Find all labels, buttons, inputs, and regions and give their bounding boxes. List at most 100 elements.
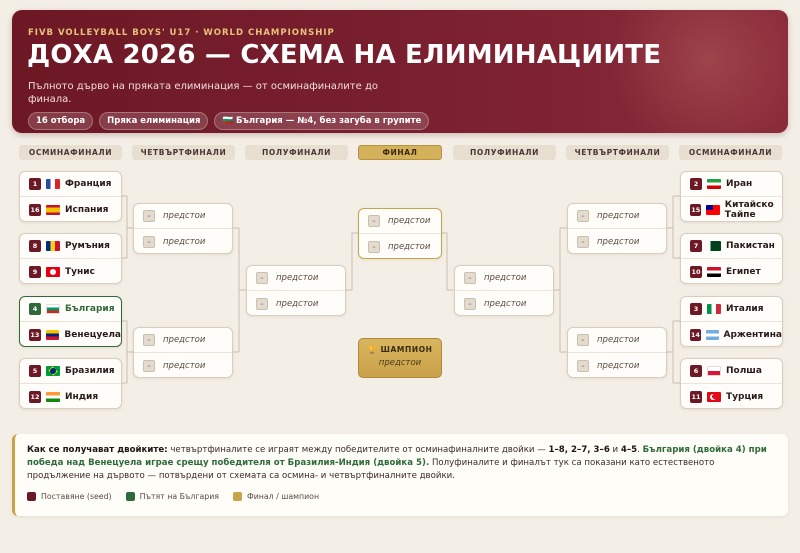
team-name: Тунис xyxy=(65,266,95,277)
team-row[interactable]: 9 Тунис xyxy=(20,259,121,284)
team-row[interactable]: – предстои xyxy=(359,234,441,259)
seed-badge: – xyxy=(143,359,155,372)
team-row[interactable]: 12 Индия xyxy=(20,384,121,409)
seed-badge: 4 xyxy=(29,303,41,315)
team-row[interactable]: 2 Иран xyxy=(681,172,782,197)
seed-badge: 5 xyxy=(29,365,41,377)
tbd-label: предстои xyxy=(276,298,319,309)
team-row[interactable]: – предстои xyxy=(568,229,666,254)
seed-badge: – xyxy=(577,235,589,248)
team-name: Иран xyxy=(726,179,753,189)
tbd-label: предстои xyxy=(597,211,640,221)
team-name: Турция xyxy=(726,391,764,402)
seed-badge: 14 xyxy=(690,328,701,341)
team-row[interactable]: 15 Китайско Тайпе xyxy=(681,197,782,222)
team-row[interactable]: 1 Франция xyxy=(20,172,121,197)
poland-flag-icon xyxy=(707,366,721,376)
match-card-sf-left[interactable]: – предстои – предстои xyxy=(246,265,346,316)
team-name: Полша xyxy=(726,366,762,376)
match-card-r16-right-4[interactable]: 6 Полша 11 Турция xyxy=(680,358,783,409)
team-row[interactable]: 16 Испания xyxy=(20,197,121,222)
tunisia-flag-icon xyxy=(46,266,60,277)
seed-badge: 13 xyxy=(29,328,41,341)
match-card-r16-right-3[interactable]: 3 Италия 14 Аржентина xyxy=(680,296,783,347)
team-name: Венецуела xyxy=(64,329,121,340)
legend-label: Пътят на България xyxy=(139,492,219,501)
team-row[interactable]: 4 България xyxy=(20,297,121,322)
team-row[interactable]: – предстои xyxy=(455,291,553,316)
seed-badge: – xyxy=(143,235,155,248)
trophy-icon: 🏆 xyxy=(367,345,378,354)
team-row[interactable]: 3 Италия xyxy=(681,297,782,322)
champion-box: 🏆 ШАМПИОН предстои xyxy=(358,338,442,378)
brazil-flag-icon xyxy=(46,366,60,376)
seed-badge: – xyxy=(577,210,589,222)
team-row[interactable]: 11 Турция xyxy=(681,384,782,409)
match-card-qf-left-1[interactable]: – предстои – предстои xyxy=(133,203,233,254)
team-row[interactable]: 7 Пакистан xyxy=(681,234,782,259)
seed-badge: 7 xyxy=(690,240,702,252)
team-name: Испания xyxy=(65,204,109,215)
match-card-r16-right-2[interactable]: 7 Пакистан 10 Египет xyxy=(680,233,783,284)
team-row[interactable]: – предстои xyxy=(134,229,232,254)
match-card-final[interactable]: – предстои – предстои xyxy=(358,208,442,259)
team-name: Бразилия xyxy=(65,366,115,376)
team-row[interactable]: 14 Аржентина xyxy=(681,322,782,347)
seed-badge: 11 xyxy=(690,390,702,403)
tbd-label: предстои xyxy=(597,335,640,345)
match-card-qf-right-1[interactable]: – предстои – предстои xyxy=(567,203,667,254)
team-row[interactable]: – предстои xyxy=(247,266,345,291)
romania-flag-icon xyxy=(46,241,60,251)
tbd-label: предстои xyxy=(388,241,431,252)
team-row[interactable]: – предстои xyxy=(134,204,232,229)
team-row[interactable]: 5 Бразилия xyxy=(20,359,121,384)
champion-value: предстои xyxy=(378,358,422,368)
iran-flag-icon xyxy=(707,179,721,189)
legend-item-seed: Поставяне (seed) xyxy=(27,492,112,501)
match-card-r16-left-4[interactable]: 5 Бразилия 12 Индия xyxy=(19,358,122,409)
team-name: Аржентина xyxy=(723,329,783,340)
note-pairs: 1–8, 2–7, 3–6 xyxy=(548,445,610,455)
team-row[interactable]: – предстои xyxy=(455,266,553,291)
match-card-r16-left-2[interactable]: 8 Румъния 9 Тунис xyxy=(19,233,122,284)
seed-badge: – xyxy=(368,240,380,253)
team-row[interactable]: – предстои xyxy=(568,353,666,378)
tbd-label: предстои xyxy=(597,360,640,371)
team-row[interactable]: – предстои xyxy=(247,291,345,316)
seed-badge: – xyxy=(143,334,155,346)
seed-badge: 8 xyxy=(29,240,41,252)
seed-badge: – xyxy=(577,359,589,372)
india-flag-icon xyxy=(46,391,60,402)
match-card-qf-right-2[interactable]: – предстои – предстои xyxy=(567,327,667,378)
tbd-label: предстои xyxy=(163,360,206,371)
team-row[interactable]: – предстои xyxy=(568,328,666,353)
seed-badge: – xyxy=(368,215,380,227)
team-row[interactable]: 13 Венецуела xyxy=(20,322,121,347)
team-row[interactable]: – предстои xyxy=(134,328,232,353)
tbd-label: предстои xyxy=(163,236,206,247)
pakistan-flag-icon xyxy=(707,241,721,251)
match-card-qf-left-2[interactable]: – предстои – предстои xyxy=(133,327,233,378)
tbd-label: предстои xyxy=(163,211,206,221)
team-row[interactable]: – предстои xyxy=(359,209,441,234)
bulgaria-flag-icon xyxy=(46,304,60,314)
match-card-r16-right-1[interactable]: 2 Иран 15 Китайско Тайпе xyxy=(680,171,783,222)
team-name: Египет xyxy=(726,266,761,277)
taipei-flag-icon xyxy=(706,204,720,215)
team-name: България xyxy=(65,304,115,314)
team-row[interactable]: 10 Египет xyxy=(681,259,782,284)
seed-badge: 9 xyxy=(29,265,41,278)
team-name: Румъния xyxy=(65,241,110,251)
match-card-r16-left-1[interactable]: 1 Франция 16 Испания xyxy=(19,171,122,222)
tbd-label: предстои xyxy=(388,216,431,226)
legend: Поставяне (seed) Пътят на България Финал… xyxy=(27,492,319,501)
match-card-r16-left-3[interactable]: 4 България 13 Венецуела xyxy=(19,296,122,347)
france-flag-icon xyxy=(46,179,60,189)
team-row[interactable]: – предстои xyxy=(134,353,232,378)
tbd-label: предстои xyxy=(597,236,640,247)
team-row[interactable]: 8 Румъния xyxy=(20,234,121,259)
team-row[interactable]: 6 Полша xyxy=(681,359,782,384)
match-card-sf-right[interactable]: – предстои – предстои xyxy=(454,265,554,316)
team-row[interactable]: – предстои xyxy=(568,204,666,229)
seed-badge: – xyxy=(256,272,268,284)
